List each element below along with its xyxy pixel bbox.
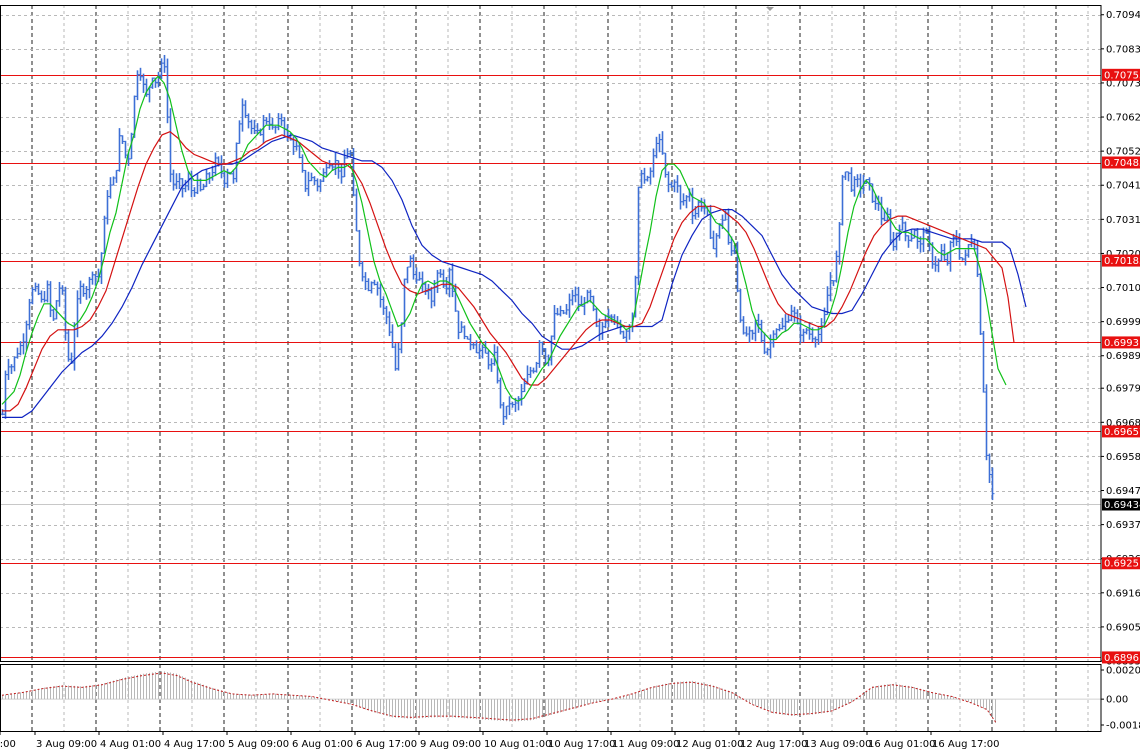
price-tick-label: 0.69370	[1106, 520, 1140, 531]
time-tick-label: 17:00	[0, 739, 16, 750]
time-tick-label: 10 Aug 01:00	[484, 739, 551, 750]
price-tick-label: 0.70835	[1106, 44, 1140, 55]
level-label: 0.70485	[1104, 158, 1140, 169]
price-tick-label: 0.70625	[1106, 113, 1140, 124]
price-tick-label: 0.70310	[1106, 215, 1140, 226]
level-label: 0.69931	[1104, 338, 1140, 349]
time-tick-label: 11 Aug 09:00	[612, 739, 679, 750]
level-label: 0.69657	[1104, 427, 1140, 438]
time-tick-label: 12 Aug 01:00	[676, 739, 743, 750]
time-tick-label: 9 Aug 09:00	[420, 739, 481, 750]
osc-tick-label: -0.00184	[1106, 721, 1140, 732]
osc-tick-label: 0.00	[1106, 695, 1128, 706]
level-label: 0.68961	[1104, 653, 1140, 664]
price-tick-label: 0.69995	[1106, 317, 1140, 328]
time-tick-label: 16 Aug 17:00	[932, 739, 999, 750]
current-price-label: 0.69434	[1104, 500, 1140, 511]
price-tick-label: 0.70940	[1106, 10, 1140, 21]
time-tick-label: 6 Aug 01:00	[292, 739, 353, 750]
price-tick-label: 0.69055	[1106, 622, 1140, 633]
time-tick-label: 12 Aug 17:00	[740, 739, 807, 750]
time-tick-label: 13 Aug 09:00	[804, 739, 871, 750]
time-tick-label: 4 Aug 17:00	[164, 739, 225, 750]
price-tick-label: 0.69475	[1106, 486, 1140, 497]
time-tick-label: 10 Aug 17:00	[548, 739, 615, 750]
time-tick-label: 16 Aug 01:00	[868, 739, 935, 750]
price-tick-label: 0.69890	[1106, 351, 1140, 362]
time-tick-label: 6 Aug 17:00	[356, 739, 417, 750]
level-label: 0.70183	[1104, 256, 1140, 267]
chart: 0.709400.708350.707300.706250.705200.704…	[0, 0, 1140, 754]
price-tick-label: 0.70100	[1106, 283, 1140, 294]
price-tick-label: 0.69160	[1106, 588, 1140, 599]
price-tick-label: 0.70520	[1106, 147, 1140, 158]
level-label: 0.70755	[1104, 70, 1140, 81]
time-tick-label: 3 Aug 09:00	[36, 739, 97, 750]
price-tick-label: 0.69790	[1106, 384, 1140, 395]
time-tick-label: 4 Aug 01:00	[100, 739, 161, 750]
time-tick-label: 5 Aug 09:00	[228, 739, 289, 750]
price-tick-label: 0.69580	[1106, 452, 1140, 463]
osc-tick-label: 0.002074	[1106, 666, 1140, 677]
price-tick-label: 0.70415	[1106, 181, 1140, 192]
level-label: 0.69251	[1104, 559, 1140, 570]
